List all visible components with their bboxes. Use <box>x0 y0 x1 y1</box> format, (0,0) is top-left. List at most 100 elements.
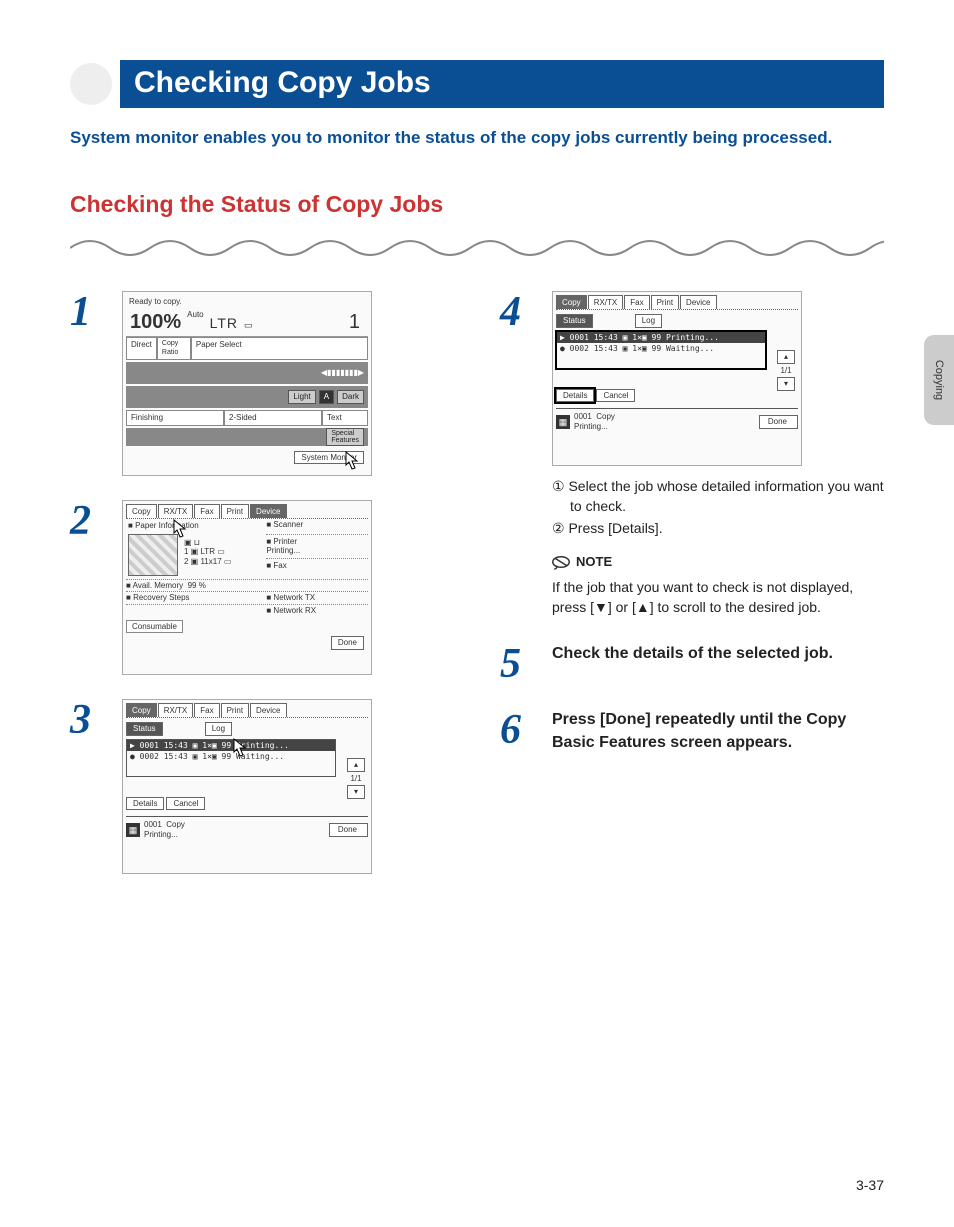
substep-1: ① Select the job whose detailed informat… <box>552 476 884 517</box>
step-number: 3 <box>70 699 104 741</box>
step-number: 6 <box>500 709 534 751</box>
job-id: 0001 <box>574 412 592 421</box>
right-column: 4 Copy RX/TX Fax Print Device Status Log <box>500 291 884 898</box>
step-1: 1 Ready to copy. 100% Auto LTR ▭ 1 Direc… <box>70 291 454 476</box>
log-btn[interactable]: Log <box>635 314 662 328</box>
printer-status-label: Printing... <box>266 546 368 556</box>
auto-density-btn[interactable]: A <box>319 390 334 404</box>
side-tab-label: Copying <box>933 360 945 400</box>
cursor-icon <box>233 738 249 758</box>
special-features-btn[interactable]: Special Features <box>326 428 364 446</box>
copy-count: 1 <box>349 310 364 334</box>
page-number: 3-37 <box>856 1177 884 1193</box>
direct-btn[interactable]: Direct <box>126 337 157 360</box>
step-number: 2 <box>70 500 104 542</box>
scroll-down-btn[interactable]: ▾ <box>777 377 795 391</box>
section-heading: Checking the Status of Copy Jobs <box>70 191 884 218</box>
page-title: Checking Copy Jobs <box>120 60 884 108</box>
step-5: 5 Check the details of the selected job. <box>500 643 884 685</box>
step-2: 2 Copy RX/TX Fax Print Device ■ Paper In… <box>70 500 454 675</box>
job-icon: ▦ <box>126 823 140 837</box>
tab-device[interactable]: Device <box>250 703 286 718</box>
step-3: 3 Copy RX/TX Fax Print Device Status Log <box>70 699 454 874</box>
scroll-down-btn[interactable]: ▾ <box>347 785 365 799</box>
done-btn[interactable]: Done <box>331 636 364 650</box>
fax-label: Fax <box>273 561 286 570</box>
scroll-up-btn[interactable]: ▴ <box>777 350 795 364</box>
screenshot-copy-status-select: Copy RX/TX Fax Print Device Status Log ▶… <box>552 291 802 466</box>
page-title-row: Checking Copy Jobs <box>70 60 884 108</box>
tab-copy[interactable]: Copy <box>126 504 157 519</box>
title-bullet-icon <box>70 63 112 105</box>
scanner-label: Scanner <box>273 520 303 529</box>
finishing-btn[interactable]: Finishing <box>126 410 224 426</box>
done-btn[interactable]: Done <box>759 415 798 429</box>
tab-device[interactable]: Device <box>250 504 286 519</box>
consumable-btn[interactable]: Consumable <box>126 620 183 634</box>
step-number: 1 <box>70 291 104 333</box>
cancel-btn[interactable]: Cancel <box>596 389 635 403</box>
pager-value: 1/1 <box>347 774 365 784</box>
tab-print[interactable]: Print <box>651 295 679 310</box>
recovery-label: Recovery Steps <box>133 593 189 602</box>
job-icon: ▦ <box>556 415 570 429</box>
intro-text: System monitor enables you to monitor th… <box>70 126 884 151</box>
tab-fax[interactable]: Fax <box>194 504 219 519</box>
tabs-row: Copy RX/TX Fax Print Device <box>126 504 368 520</box>
content-columns: 1 Ready to copy. 100% Auto LTR ▭ 1 Direc… <box>70 291 884 898</box>
step-5-text: Check the details of the selected job. <box>552 643 884 665</box>
step-4: 4 Copy RX/TX Fax Print Device Status Log <box>500 291 884 617</box>
done-btn[interactable]: Done <box>329 823 368 837</box>
dark-btn[interactable]: Dark <box>337 390 364 404</box>
job-state: Printing... <box>574 422 608 431</box>
net-rx-label: Network RX <box>273 606 316 615</box>
copy-ratio-btn[interactable]: Copy Ratio <box>157 337 191 360</box>
job-row[interactable]: ▶ 0001 15:43 ▣ 1×▣ 99 Printing... <box>127 740 335 752</box>
text-mode-btn[interactable]: Text <box>322 410 368 426</box>
job-type: Copy <box>596 412 615 421</box>
step-6: 6 Press [Done] repeatedly until the Copy… <box>500 709 884 754</box>
job-state: Printing... <box>144 830 178 839</box>
tab-fax[interactable]: Fax <box>624 295 649 310</box>
job-row[interactable]: ● 0002 15:43 ▣ 1×▣ 99 Waiting... <box>127 751 335 763</box>
tab-copy[interactable]: Copy <box>126 703 157 718</box>
left-column: 1 Ready to copy. 100% Auto LTR ▭ 1 Direc… <box>70 291 454 898</box>
tab-fax[interactable]: Fax <box>194 703 219 718</box>
step-6-text: Press [Done] repeatedly until the Copy B… <box>552 709 884 754</box>
status-btn[interactable]: Status <box>556 314 593 328</box>
job-row[interactable]: ● 0002 15:43 ▣ 1×▣ 99 Waiting... <box>557 343 765 355</box>
tab-rxtx[interactable]: RX/TX <box>588 295 624 310</box>
status-btn[interactable]: Status <box>126 722 163 736</box>
screenshot-device-tab: Copy RX/TX Fax Print Device ■ Paper Info… <box>122 500 372 675</box>
pager: ▴ 1/1 ▾ <box>347 758 365 802</box>
wavy-separator-icon <box>70 232 884 258</box>
paper-auto: Auto <box>187 310 203 320</box>
printer-label: Printer <box>273 537 297 546</box>
note-icon <box>552 553 570 571</box>
paper-select-btn[interactable]: Paper Select <box>191 337 368 360</box>
scroll-up-btn[interactable]: ▴ <box>347 758 365 772</box>
tab-rxtx[interactable]: RX/TX <box>158 703 194 718</box>
printer-icon <box>128 534 178 576</box>
cancel-btn[interactable]: Cancel <box>166 797 205 811</box>
tab-copy[interactable]: Copy <box>556 295 587 310</box>
job-row[interactable]: ▶ 0001 15:43 ▣ 1×▣ 99 Printing... <box>557 332 765 344</box>
note-block: NOTE If the job that you want to check i… <box>552 553 884 618</box>
two-sided-btn[interactable]: 2-Sided <box>224 410 322 426</box>
substep-2: ② Press [Details]. <box>552 518 884 538</box>
tab-print[interactable]: Print <box>221 504 249 519</box>
pager-value: 1/1 <box>777 366 795 376</box>
details-btn[interactable]: Details <box>126 797 164 811</box>
note-label: NOTE <box>576 554 612 569</box>
tab-rxtx[interactable]: RX/TX <box>158 504 194 519</box>
job-id: 0001 <box>144 820 162 829</box>
light-btn[interactable]: Light <box>288 390 315 404</box>
details-btn[interactable]: Details <box>556 389 594 403</box>
log-btn[interactable]: Log <box>205 722 232 736</box>
paper-size: LTR <box>210 315 238 332</box>
ratio-value: 100% <box>130 310 181 334</box>
ready-label: Ready to copy. <box>126 295 368 309</box>
tab-print[interactable]: Print <box>221 703 249 718</box>
step-4-substeps: ① Select the job whose detailed informat… <box>552 476 884 539</box>
tab-device[interactable]: Device <box>680 295 716 310</box>
